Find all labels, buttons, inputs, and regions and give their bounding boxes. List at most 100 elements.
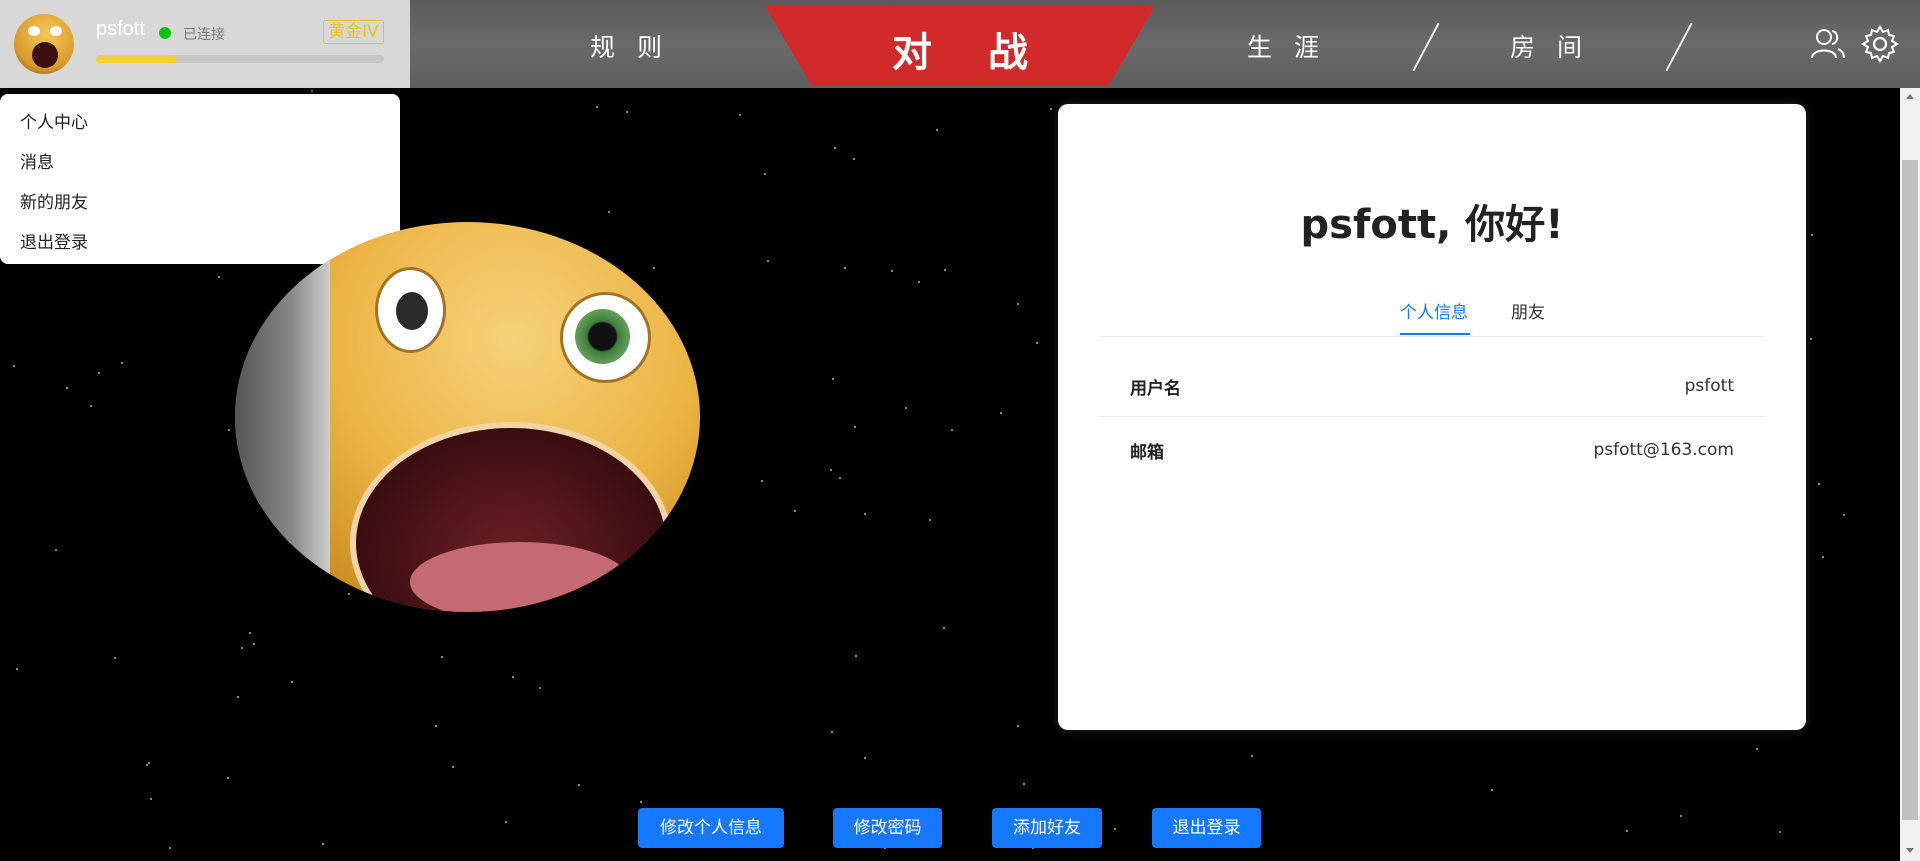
star (1023, 783, 1025, 785)
star (512, 676, 514, 678)
logout-button[interactable]: 退出登录 (1152, 808, 1261, 848)
connection-status: 已连接 (183, 27, 225, 43)
star (1843, 514, 1845, 516)
star (831, 731, 833, 733)
star (539, 687, 541, 689)
star (864, 757, 866, 759)
star (98, 372, 100, 374)
star (441, 656, 443, 658)
star (505, 821, 507, 823)
star (854, 426, 856, 428)
user-status-panel[interactable]: psfott 已连接 黄金IV (0, 0, 410, 88)
star (834, 147, 836, 149)
star (929, 519, 931, 521)
star (1680, 815, 1682, 817)
change-password-button[interactable]: 修改密码 (833, 808, 942, 848)
star (1822, 556, 1824, 558)
nav-battle-label: 对战 (892, 30, 1084, 76)
star (653, 267, 655, 269)
star (228, 429, 230, 431)
star (1779, 831, 1781, 833)
tab-personal-info[interactable]: 个人信息 (1400, 298, 1468, 323)
tab-friends[interactable]: 朋友 (1511, 298, 1545, 323)
username-field-value: psfott (1684, 376, 1734, 396)
star (114, 657, 116, 659)
avatar[interactable] (14, 14, 74, 74)
experience-progress-fill (96, 55, 177, 63)
star (1810, 338, 1812, 340)
star (1000, 412, 1002, 414)
scroll-down-arrow-icon[interactable] (1906, 848, 1914, 853)
friends-icon[interactable] (1808, 24, 1848, 64)
star (918, 281, 920, 283)
star (55, 549, 57, 551)
star (1017, 303, 1019, 305)
star (148, 762, 150, 764)
experience-progress-bar (96, 55, 384, 63)
nav-room[interactable]: 房间 (1510, 28, 1604, 64)
star (839, 477, 841, 479)
star (1811, 234, 1813, 236)
star (739, 114, 741, 116)
star (322, 843, 324, 845)
menu-item-messages[interactable]: 消息 (20, 148, 54, 173)
info-row-username: 用户名 psfott (1100, 354, 1764, 417)
star (640, 801, 642, 803)
scroll-thumb[interactable] (1902, 160, 1918, 820)
scroll-up-arrow-icon[interactable] (1906, 94, 1914, 99)
star (853, 158, 855, 160)
star (1756, 748, 1758, 750)
star (1017, 725, 1019, 727)
profile-avatar-large (235, 222, 700, 612)
star (1818, 483, 1820, 485)
star (90, 405, 92, 407)
star (905, 407, 907, 409)
add-friend-button[interactable]: 添加好友 (992, 808, 1102, 848)
star (241, 647, 243, 649)
star (944, 269, 946, 271)
star (764, 173, 766, 175)
star (218, 276, 220, 278)
active-tab-indicator (1400, 333, 1470, 335)
star (1114, 828, 1116, 830)
star (767, 260, 769, 262)
star (249, 632, 251, 634)
profile-tabs: 个人信息 朋友 (1100, 290, 1764, 337)
menu-item-new-friends[interactable]: 新的朋友 (20, 188, 88, 213)
star (891, 270, 893, 272)
nav-career[interactable]: 生涯 (1247, 28, 1341, 64)
nav-battle[interactable]: 对战 (765, 6, 1155, 86)
settings-icon[interactable] (1860, 24, 1900, 64)
star (150, 798, 152, 800)
menu-item-profile[interactable]: 个人中心 (20, 108, 88, 133)
star (66, 387, 68, 389)
username-label: psfott (96, 18, 145, 40)
star (761, 480, 763, 482)
star (146, 764, 148, 766)
star (832, 378, 834, 380)
username-field-label: 用户名 (1130, 379, 1181, 399)
star (855, 655, 857, 657)
greeting-title: psfott, 你好! (1300, 202, 1564, 248)
star (435, 725, 437, 727)
star (943, 627, 945, 629)
star (291, 681, 293, 683)
star (1050, 108, 1052, 110)
star (253, 643, 255, 645)
email-field-value: psfott@163.com (1593, 440, 1734, 460)
page-scrollbar[interactable] (1900, 88, 1920, 861)
nav-divider (1412, 22, 1440, 72)
star (121, 362, 123, 364)
star (1036, 342, 1038, 344)
star (227, 777, 229, 779)
star (169, 847, 171, 849)
star (578, 784, 580, 786)
profile-card: psfott, 你好! 个人信息 朋友 用户名 psfott 邮箱 psfott… (1058, 104, 1806, 730)
menu-item-logout[interactable]: 退出登录 (20, 228, 88, 253)
info-row-email: 邮箱 psfott@163.com (1100, 418, 1764, 480)
star (1626, 830, 1628, 832)
nav-rules[interactable]: 规则 (590, 28, 684, 64)
star (830, 469, 832, 471)
star (16, 668, 18, 670)
edit-info-button[interactable]: 修改个人信息 (638, 808, 784, 848)
